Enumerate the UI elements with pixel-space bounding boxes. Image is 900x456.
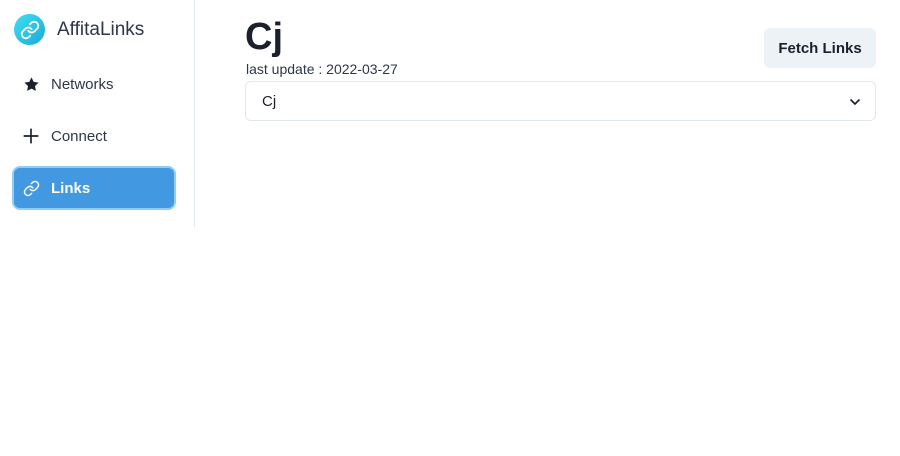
fetch-links-button[interactable]: Fetch Links — [764, 28, 876, 68]
network-select-value: Cj — [262, 92, 277, 110]
link-icon — [22, 179, 40, 197]
link-icon — [14, 14, 45, 45]
last-update-text: last update : 2022-03-27 — [246, 61, 398, 77]
chevron-down-icon — [850, 99, 860, 105]
sidebar-item-label: Networks — [51, 75, 114, 93]
brand-name: AffitaLinks — [57, 18, 145, 40]
star-icon — [22, 75, 40, 93]
sidebar-item-label: Connect — [51, 127, 107, 145]
network-select[interactable]: Cj — [245, 81, 876, 121]
sidebar-item-connect[interactable]: Connect — [14, 116, 174, 156]
brand[interactable]: AffitaLinks — [14, 14, 144, 45]
page-title: Cj — [245, 16, 283, 58]
sidebar-item-label: Links — [51, 179, 91, 197]
sidebar-item-networks[interactable]: Networks — [14, 64, 174, 104]
sidebar: AffitaLinks Networks Connect Links — [0, 0, 195, 227]
plus-icon — [22, 127, 40, 145]
sidebar-item-links[interactable]: Links — [14, 168, 174, 208]
